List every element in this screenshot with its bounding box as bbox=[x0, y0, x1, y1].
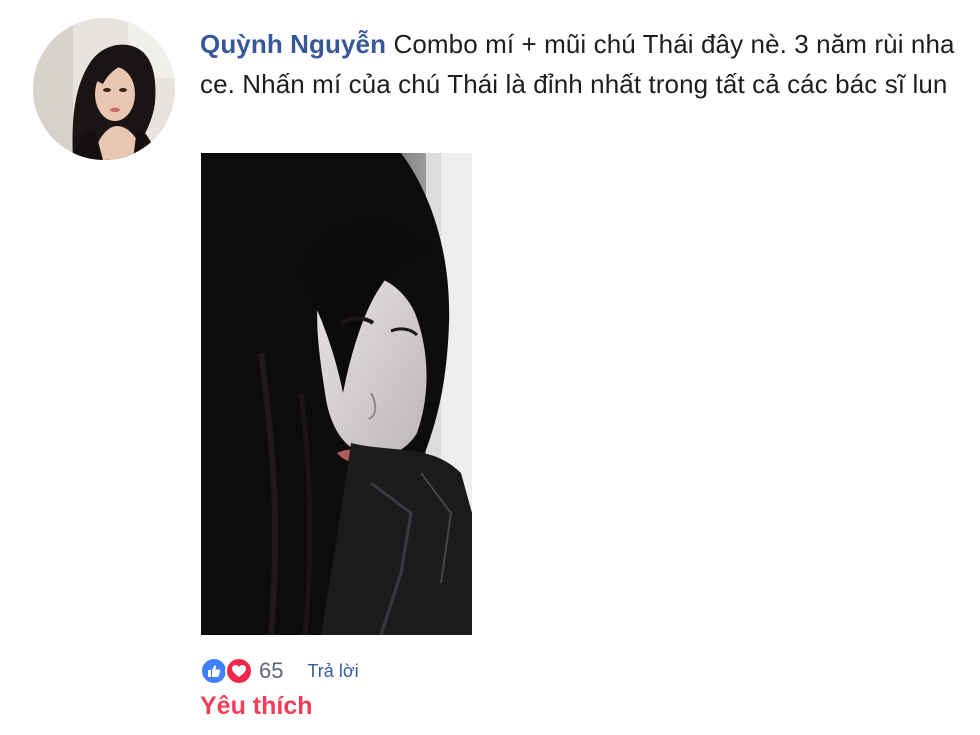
attached-photo-icon bbox=[201, 153, 472, 635]
comment-text-block: Quỳnh Nguyễn Combo mí + mũi chú Thái đây… bbox=[200, 24, 970, 104]
love-icon bbox=[225, 657, 253, 685]
reaction-count[interactable]: 65 bbox=[259, 658, 283, 684]
comment-body: Quỳnh Nguyễn Combo mí + mũi chú Thái đây… bbox=[200, 24, 970, 104]
avatar[interactable] bbox=[33, 18, 175, 160]
reply-link[interactable]: Trả lời bbox=[307, 661, 358, 682]
like-icon bbox=[200, 657, 228, 685]
comment: Quỳnh Nguyễn Combo mí + mũi chú Thái đây… bbox=[0, 0, 980, 735]
author-name[interactable]: Quỳnh Nguyễn bbox=[200, 29, 386, 59]
reaction-label[interactable]: Yêu thích bbox=[200, 692, 313, 721]
profile-photo-icon bbox=[33, 18, 175, 160]
attached-photo[interactable] bbox=[201, 153, 472, 635]
reactions-row: 65 Trả lời bbox=[200, 656, 359, 686]
reaction-icons[interactable] bbox=[200, 657, 253, 685]
